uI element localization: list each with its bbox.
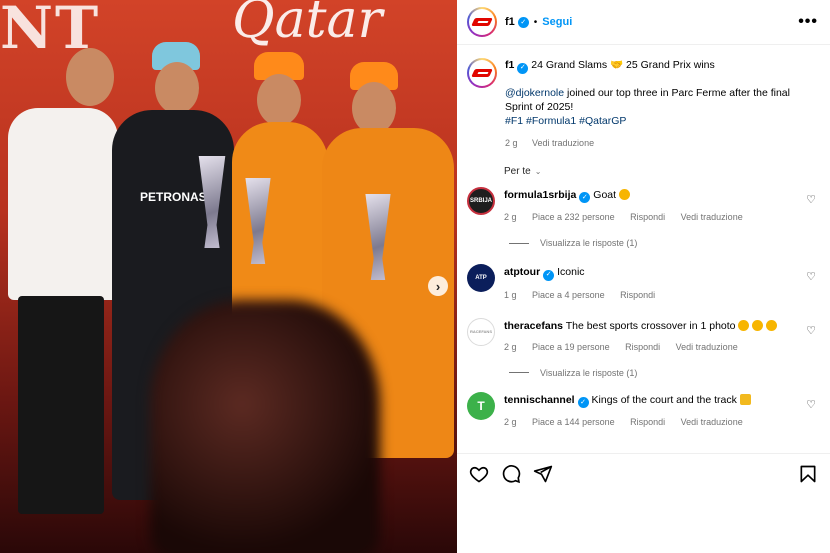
chevron-right-icon: › [435,278,441,294]
translate-link[interactable]: Vedi traduzione [532,138,594,148]
comment-time: 2 g [504,341,517,352]
view-replies-button[interactable]: Visualizza le risposte (1) [509,238,818,248]
caption-avatar[interactable] [467,58,497,88]
comment-likes[interactable]: Piace a 144 persone [532,417,615,427]
verified-icon: ✓ [543,269,555,281]
share-icon[interactable] [533,464,553,484]
comments-scroll-area[interactable]: f1 ✓ 24 Grand Slams 🤝 25 Grand Prix wins … [457,46,830,451]
comment-likes[interactable]: Piace a 232 persone [532,212,615,222]
hashtags[interactable]: #F1 #Formula1 #QatarGP [505,114,818,128]
mention-link[interactable]: @djokernole [505,87,564,99]
comment-text: Iconic [557,266,585,278]
comment-icon[interactable] [501,464,521,484]
reply-button[interactable]: Rispondi [630,417,665,427]
next-photo-button[interactable]: › [428,276,448,296]
heart-icon[interactable]: ♡ [806,193,816,206]
comment-text: Kings of the court and the track [591,393,737,406]
comment-username[interactable]: atptour [504,266,540,278]
crown-emoji-icon [739,393,751,405]
comment-likes[interactable]: Piace a 4 persone [532,290,605,300]
person-4-head [352,82,396,134]
caption-headline: 24 Grand Slams 🤝 25 Grand Prix wins [531,59,715,71]
translate-link[interactable]: Vedi traduzione [681,417,743,427]
comment-username[interactable]: theracefans [504,320,563,332]
star-eyes-emoji-icon [738,319,750,331]
verified-icon: ✓ [517,16,529,28]
comment-item: T tennischannel ✓ Kings of the court and … [467,391,818,430]
comment-avatar[interactable]: RACEFANS [467,317,495,346]
chevron-down-icon: ⌄ [534,166,542,176]
reply-button[interactable]: Rispondi [620,290,655,300]
verified-icon: ✓ [579,192,591,203]
star-eyes-emoji-icon [766,319,778,331]
comment-time: 2 g [504,212,517,222]
person-1-head [66,48,114,106]
sort-label: Per te [504,165,531,177]
comment-text: The best sports crossover in 1 photo [565,319,736,332]
comment-item: SRBIJA formula1srbija ✓ Goat 2 g Piace a … [467,186,818,225]
camera-foreground [150,300,380,553]
comment-time: 2 g [504,417,517,427]
person-1-body [8,108,118,300]
comment-likes[interactable]: Piace a 19 persone [532,342,610,352]
post-header: f1 ✓ • Segui ••• [457,0,830,45]
post-photo[interactable]: NT Qatar PETRONAS › [0,0,457,553]
comment-time: 1 g [504,289,517,300]
comment-item: ATP atptour ✓ Iconic 1 g Piace a 4 person… [467,264,818,302]
person-3-head [257,74,301,126]
reply-button[interactable]: Rispondi [625,342,660,352]
verified-icon: ✓ [577,397,589,408]
reply-button[interactable]: Rispondi [630,212,665,222]
comment-username[interactable]: formula1srbija [504,189,576,201]
f1-logo-icon [471,69,493,77]
f1-logo-icon [471,18,493,26]
person-2-head [155,62,199,114]
heart-icon[interactable] [469,464,489,484]
follow-button[interactable]: Segui [542,16,572,28]
person-2-team-text: PETRONAS [140,190,207,204]
post-caption: f1 ✓ 24 Grand Slams 🤝 25 Grand Prix wins … [467,58,818,150]
heart-icon[interactable]: ♡ [806,324,816,337]
post-username[interactable]: f1 [505,16,515,28]
heart-icon[interactable]: ♡ [806,270,816,283]
translate-link[interactable]: Vedi traduzione [676,342,738,352]
translate-link[interactable]: Vedi traduzione [681,212,743,222]
star-eyes-emoji-icon [752,319,764,331]
comment-avatar[interactable]: ATP [467,264,495,292]
bookmark-icon[interactable] [798,464,818,484]
caption-time: 2 g [505,137,518,148]
verified-icon: ✓ [517,62,529,74]
more-icon[interactable]: ••• [798,13,818,31]
comment-text: Goat [593,188,617,201]
f1-avatar[interactable] [467,7,497,37]
comment-username[interactable]: tennischannel [504,394,575,406]
separator-dot: • [533,16,538,28]
sort-comments-dropdown[interactable]: Per te ⌄ [504,166,818,177]
comment-avatar[interactable]: SRBIJA [467,186,495,215]
caption-meta: 2 g Vedi traduzione [505,136,818,150]
background-qatar-text: Qatar [232,0,383,50]
caption-username[interactable]: f1 [505,59,514,71]
comment-item: RACEFANS theracefans The best sports cro… [467,317,818,354]
post-sidebar: f1 ✓ • Segui ••• f1 ✓ 24 Grand Slams 🤝 25… [457,0,830,553]
heart-icon[interactable]: ♡ [806,398,816,411]
view-replies-button[interactable]: Visualizza le risposte (1) [509,368,818,378]
comment-avatar[interactable]: T [467,391,495,420]
post-actions [457,453,830,493]
person-1-legs [18,296,104,514]
star-eyes-emoji-icon [618,188,630,200]
